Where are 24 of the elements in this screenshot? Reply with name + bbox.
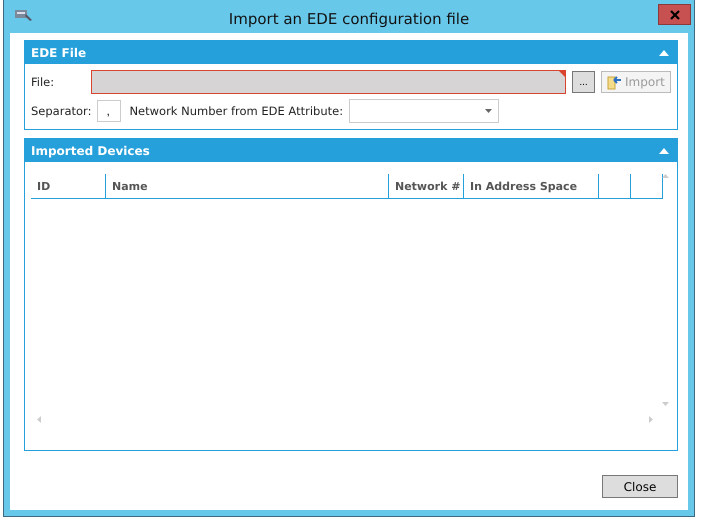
field-label: Network Number from EDE Attribute: [129,104,344,118]
caret-icon [485,109,492,113]
scroll-up-icon [662,174,669,178]
close-icon [670,10,680,20]
document-arrow-icon [606,74,622,90]
panel-title: Imported Devices [31,144,150,158]
scroll-down-icon [662,402,669,406]
column-header[interactable]: Name [106,174,389,198]
network-dropdown[interactable] [349,99,500,123]
window-title: Import an EDE configuration file [228,10,470,28]
column-header[interactable]: Network # [389,174,464,198]
column-header[interactable]: In Address Space [464,174,599,198]
wrench-icon [14,8,34,22]
file-field[interactable] [91,70,566,94]
panel-title: EDE File [31,46,86,60]
column-header[interactable]: ID [31,174,106,198]
close-button[interactable]: Close [602,475,678,498]
field-label: File: [31,75,56,89]
separator-field[interactable]: , [97,100,122,122]
field-label: Separator: [31,104,92,118]
scroll-left-icon [37,416,41,423]
scroll-right-icon [649,416,653,423]
close-button[interactable] [658,4,691,25]
browse-button[interactable]: ... [572,71,595,93]
